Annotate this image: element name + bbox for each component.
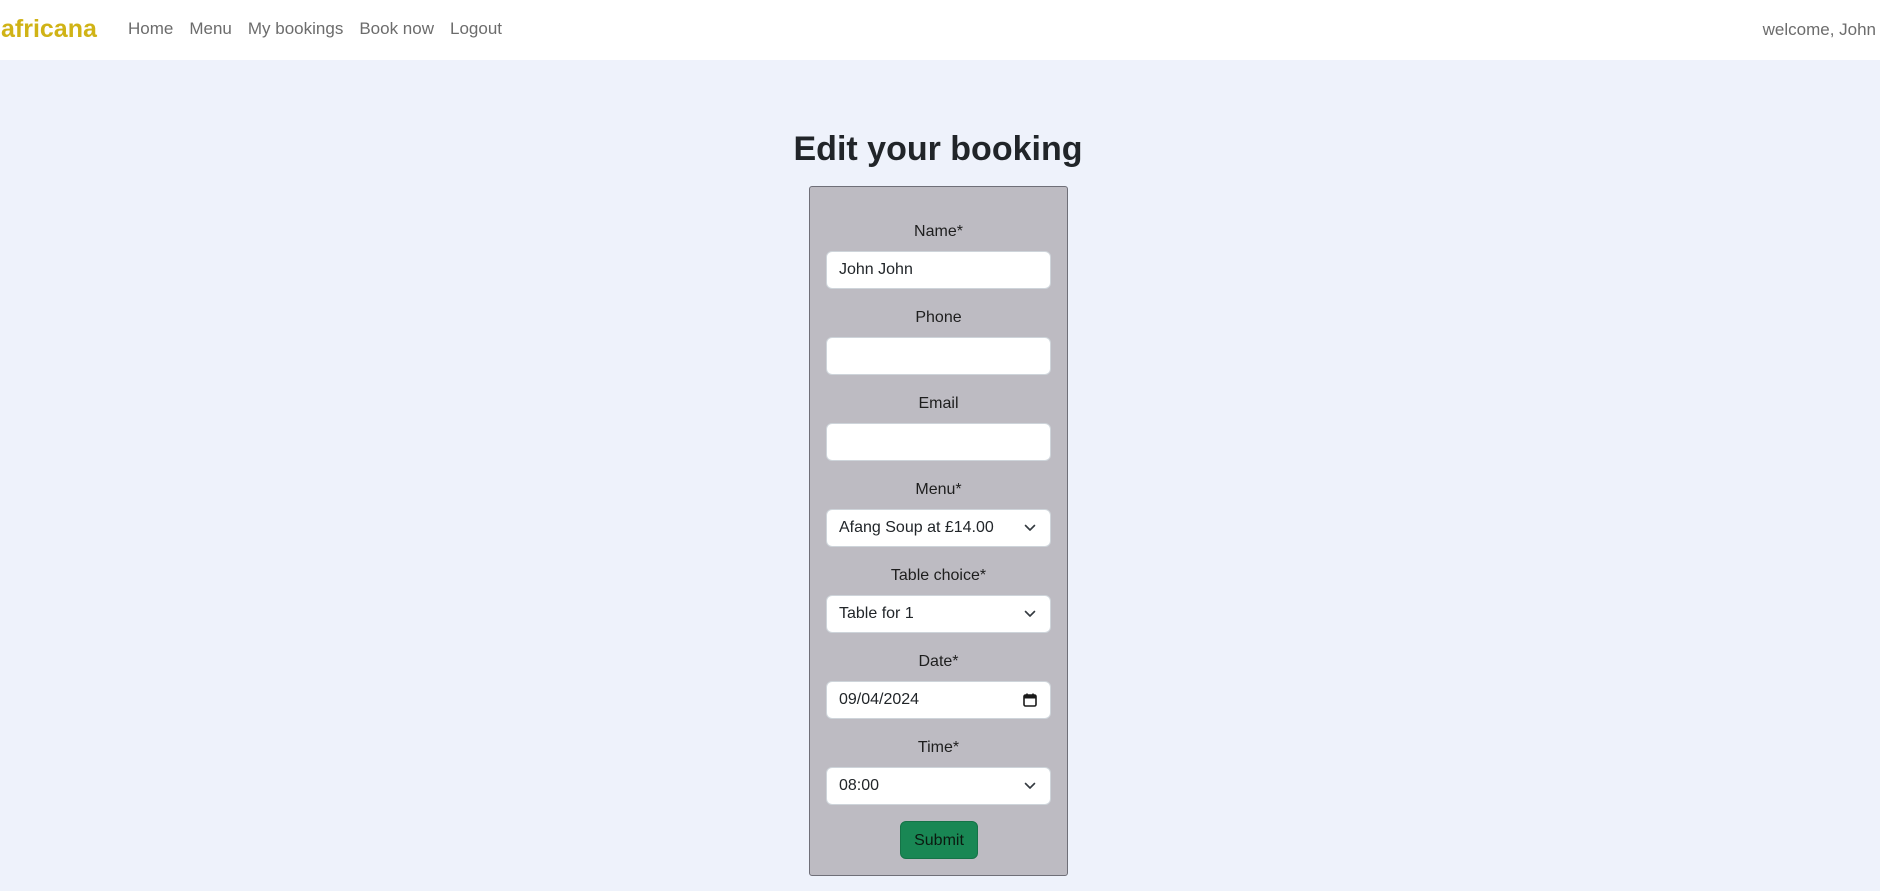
nav-link-home[interactable]: Home <box>128 18 173 40</box>
date-input[interactable]: 09/04/2024 <box>826 681 1051 719</box>
table-choice-select-value: Table for 1 <box>839 605 914 622</box>
chevron-down-icon <box>1024 524 1036 531</box>
page-title: Edit your booking <box>793 130 1083 168</box>
table-choice-select[interactable]: Table for 1 <box>826 595 1051 633</box>
nav-links: Home Menu My bookings Book now Logout <box>128 18 518 40</box>
submit-button[interactable]: Submit <box>900 821 978 859</box>
email-label: Email <box>918 395 959 412</box>
name-input[interactable] <box>826 251 1051 289</box>
welcome-message: welcome, John <box>1762 20 1876 39</box>
calendar-icon[interactable] <box>1022 692 1038 708</box>
navbar: africana Home Menu My bookings Book now … <box>0 0 1880 60</box>
brand-logo[interactable]: africana <box>1 14 97 44</box>
table-choice-label: Table choice* <box>890 567 987 584</box>
time-select-value: 08:00 <box>839 777 880 794</box>
chevron-down-icon <box>1024 782 1036 789</box>
menu-select-value: Afang Soup at £14.00 <box>839 519 994 536</box>
booking-form: Name* Phone Email Menu* Afang Soup at £1… <box>809 186 1068 876</box>
time-select[interactable]: 08:00 <box>826 767 1051 805</box>
phone-label: Phone <box>915 309 962 326</box>
nav-link-my-bookings[interactable]: My bookings <box>248 18 343 40</box>
name-label: Name* <box>914 223 963 240</box>
nav-link-logout[interactable]: Logout <box>450 18 502 40</box>
date-label: Date* <box>918 653 959 670</box>
email-input[interactable] <box>826 423 1051 461</box>
menu-select[interactable]: Afang Soup at £14.00 <box>826 509 1051 547</box>
phone-input[interactable] <box>826 337 1051 375</box>
menu-label: Menu* <box>915 481 962 498</box>
nav-link-menu[interactable]: Menu <box>189 18 232 40</box>
nav-link-book-now[interactable]: Book now <box>359 18 434 40</box>
date-input-value: 09/04/2024 <box>839 691 920 708</box>
chevron-down-icon <box>1024 610 1036 617</box>
time-label: Time* <box>917 739 960 756</box>
